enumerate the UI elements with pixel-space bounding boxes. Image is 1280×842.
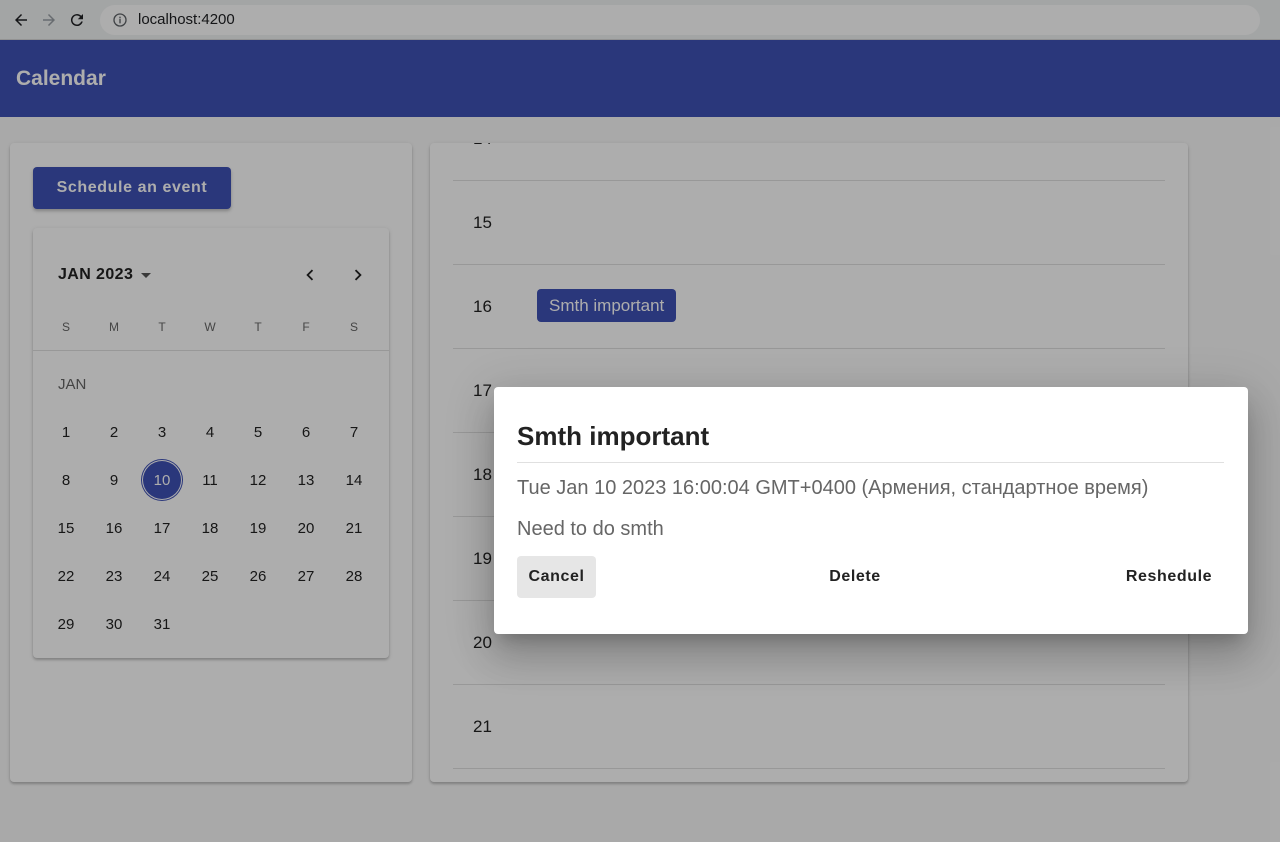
event-dialog: Smth important Tue Jan 10 2023 16:00:04 … (494, 387, 1248, 634)
event-datetime: Tue Jan 10 2023 16:00:04 GMT+0400 (Армен… (517, 477, 1149, 499)
dialog-title: Smth important (517, 421, 710, 451)
reschedule-button[interactable]: Reshedule (1114, 556, 1224, 598)
delete-button[interactable]: Delete (816, 556, 894, 598)
cancel-button[interactable]: Cancel (517, 556, 596, 598)
divider (517, 462, 1224, 463)
event-description: Need to do smth (517, 518, 664, 540)
